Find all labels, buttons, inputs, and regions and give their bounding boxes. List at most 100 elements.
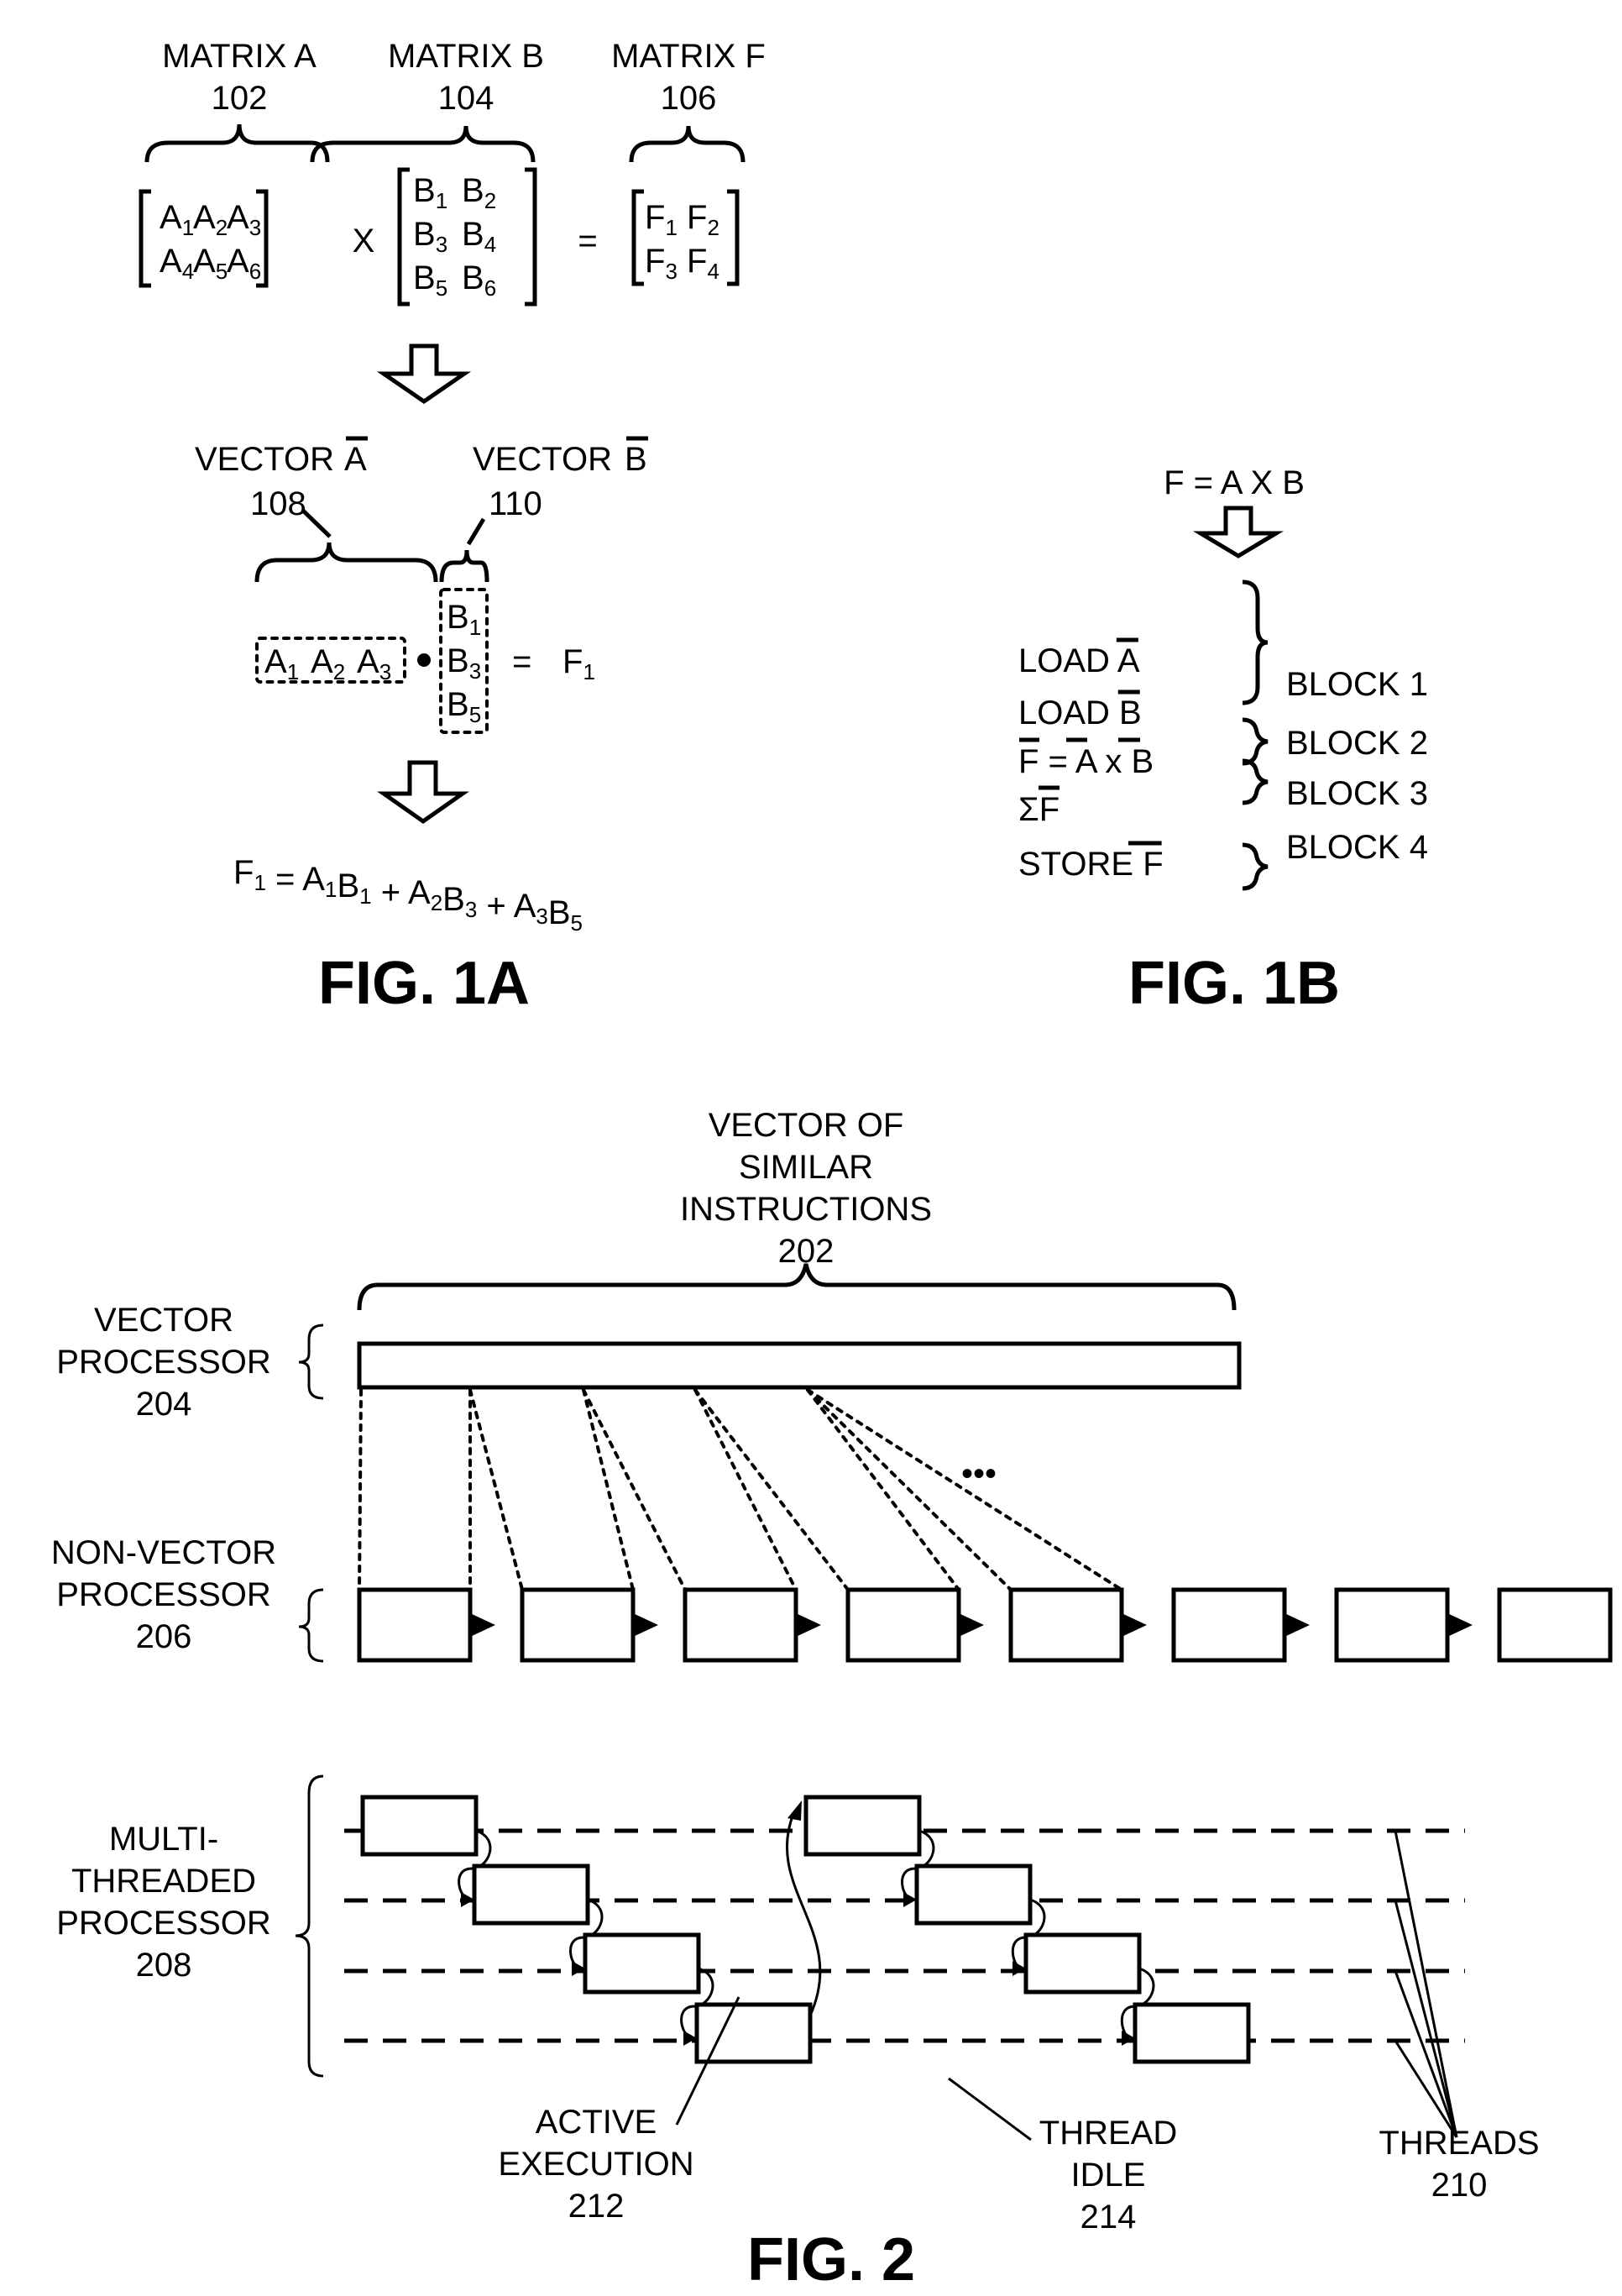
vector-a-letter: A: [344, 441, 367, 478]
matrix-a-cell: A6: [227, 243, 261, 284]
matrix-b-cell: B4: [462, 216, 496, 257]
vector-processor-label: VECTOR PROCESSOR 204: [56, 1302, 271, 1423]
vector-instructions-line: SIMILAR: [739, 1149, 873, 1186]
arrow-right-icon: [1285, 1613, 1310, 1637]
arrow-right-icon: [796, 1613, 821, 1637]
fanout-line: [358, 1388, 363, 1591]
matrix-a-cell: A2: [193, 199, 228, 240]
svg-text:STORE F: STORE F: [1018, 846, 1164, 883]
svg-text:LOAD B: LOAD B: [1018, 695, 1142, 731]
non-vector-processor-label: NON-VECTOR PROCESSOR 206: [51, 1534, 276, 1655]
matrix-a-cell: A1: [160, 199, 194, 240]
leader-line-110: [466, 517, 486, 546]
multithreaded-processor-line: 208: [136, 1947, 192, 1984]
fig-1b-equation: F = A X B: [1164, 464, 1305, 501]
threads-line: 210: [1431, 2167, 1488, 2204]
arrow-right-icon: [1122, 1613, 1147, 1637]
block-2-label: BLOCK 2: [1286, 725, 1428, 762]
matrix-a-cell: A4: [160, 243, 194, 284]
matrix-b-ref: 104: [438, 80, 494, 117]
instruction-line: STORE F: [1018, 841, 1164, 883]
instruction-line: F = A x B: [1018, 743, 1154, 780]
fig-1a-caption: FIG. 1A: [318, 950, 530, 1017]
dot-product-symbol: [417, 653, 431, 667]
fanout-line: [806, 1388, 960, 1591]
bracket-matrix-b-right: [525, 167, 537, 307]
thread-idle-line: 214: [1080, 2199, 1137, 2236]
non-vector-processor-line: 206: [136, 1618, 192, 1655]
vector-a-cell: A2: [311, 643, 345, 684]
matrix-f-ref: 106: [661, 80, 717, 117]
matrix-b-cell: B3: [413, 216, 447, 257]
matrix-f-cell: F1: [645, 199, 678, 240]
instruction-box: [845, 1587, 961, 1663]
vector-instructions-line: VECTOR OF: [709, 1107, 904, 1144]
leader-lines-210: [1394, 1830, 1458, 2138]
multithreaded-processor-line: MULTI-: [109, 1821, 218, 1858]
down-arrow-icon: [1192, 506, 1285, 558]
active-execution-line: 212: [568, 2188, 625, 2225]
instruction-box: [357, 1587, 473, 1663]
fig-1b: F = A X B LOAD A LOAD B F = A x B ΣF STORE F…: [1018, 464, 1428, 1017]
fig-2-caption: FIG. 2: [747, 2226, 915, 2293]
block-1-label: BLOCK 1: [1286, 666, 1428, 703]
leader-line-108: [301, 509, 332, 538]
vector-instructions-label: VECTOR OFSIMILARINSTRUCTIONS202: [680, 1107, 932, 1270]
instruction-list: LOAD A LOAD B F = A x B ΣF STORE F: [1018, 637, 1164, 883]
instruction-box: [520, 1587, 636, 1663]
non-vector-processor-line: PROCESSOR: [56, 1576, 271, 1613]
arrow-right-icon: [959, 1613, 984, 1637]
equals-symbol: =: [578, 223, 597, 259]
instruction-box: [1171, 1587, 1287, 1663]
matrix-a-cell: A3: [227, 199, 261, 240]
matrix-b-cell: B2: [462, 172, 496, 213]
active-execution-label: ACTIVE EXECUTION 212: [498, 2104, 693, 2225]
bracket-matrix-b-left: [397, 167, 410, 307]
instruction-box: [683, 1587, 798, 1663]
matrix-f-cell: F4: [687, 243, 719, 284]
execution-box: [803, 1795, 922, 1857]
vector-b-cell: B3: [447, 642, 481, 684]
execution-box: [1023, 1932, 1142, 1995]
fanout-line: [693, 1388, 850, 1591]
instruction-line: ΣF: [1018, 791, 1060, 828]
down-arrow-icon: [377, 760, 469, 825]
vector-a-cell: A1: [264, 643, 299, 684]
instruction-line: LOAD A: [1018, 637, 1140, 679]
matrix-a-cells: A1A2A3 A4A5A6: [160, 199, 261, 284]
vector-instructions-line: INSTRUCTIONS: [680, 1191, 932, 1228]
arrow-right-icon: [1447, 1613, 1473, 1637]
thread-idle-line: THREAD: [1039, 2115, 1177, 2152]
active-execution-line: ACTIVE: [536, 2104, 657, 2141]
multithreaded-processor-line: PROCESSOR: [56, 1905, 271, 1942]
vector-b-cells: B1B3B5: [447, 599, 481, 727]
fanout-line: [582, 1388, 687, 1591]
instruction-fanout-lines: [358, 1388, 1123, 1591]
brace-block-4: [1242, 842, 1269, 891]
brace-vector-instructions: [357, 1263, 1237, 1311]
vector-a-cell: A3: [357, 643, 391, 684]
vector-b-title: VECTOR: [473, 441, 612, 478]
matrix-a-cell: A5: [193, 243, 228, 284]
brace-vector-b: [439, 549, 489, 583]
execution-box: [583, 1932, 701, 1995]
matrix-f-cell: F2: [687, 199, 719, 240]
vector-processor-line: PROCESSOR: [56, 1344, 271, 1381]
vector-a-cells: A1 A2 A3: [264, 643, 391, 684]
multithreaded-processor-label: MULTI- THREADED PROCESSOR 208: [56, 1821, 271, 1984]
brace-block-3: [1242, 758, 1269, 805]
ellipsis: •••: [961, 1455, 997, 1492]
vector-processor-line: VECTOR: [94, 1302, 233, 1339]
threads-line: THREADS: [1379, 2125, 1539, 2162]
multithreaded-processor-line: THREADED: [71, 1863, 256, 1900]
bracket-matrix-a-left: [139, 189, 151, 288]
matrix-b-title: MATRIX B: [388, 38, 544, 75]
vector-a-label: VECTOR A 108: [195, 436, 368, 522]
block-4-label: BLOCK 4: [1286, 829, 1428, 866]
fanout-line: [582, 1388, 635, 1591]
execution-box: [914, 1864, 1033, 1926]
matrix-f-cell: F3: [645, 243, 678, 284]
block-3-label: BLOCK 3: [1286, 775, 1428, 812]
active-execution-line: EXECUTION: [498, 2146, 693, 2183]
vector-result: F1: [562, 643, 595, 684]
